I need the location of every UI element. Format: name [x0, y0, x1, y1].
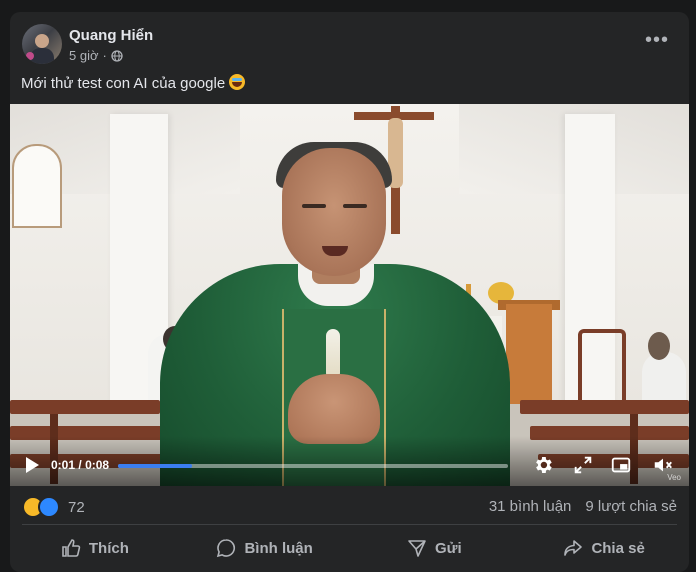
send-icon	[408, 540, 426, 557]
video-time: 0:01 / 0:08	[51, 458, 109, 472]
comment-button[interactable]: Bình luận	[180, 528, 350, 568]
author-avatar[interactable]	[22, 24, 62, 64]
post-meta: 5 giờ ·	[69, 48, 123, 63]
globe-icon[interactable]	[111, 49, 123, 62]
share-count[interactable]: 9 lượt chia sẻ	[585, 498, 677, 515]
send-button[interactable]: Gửi	[350, 528, 520, 568]
divider	[22, 524, 677, 525]
send-label: Gửi	[435, 539, 462, 557]
picture-in-picture-icon[interactable]	[610, 454, 632, 476]
post-card: Quang Hiển 5 giờ · ••• Mới thử test con …	[10, 12, 689, 572]
more-options-button[interactable]: •••	[643, 30, 671, 50]
post-header: Quang Hiển 5 giờ · •••	[10, 12, 689, 72]
post-caption: Mới thử test con AI của google	[21, 74, 246, 92]
comment-label: Bình luận	[244, 539, 313, 557]
post-actions: Thích Bình luận Gửi Chia sẻ	[10, 528, 689, 568]
meta-separator: ·	[102, 48, 107, 63]
video-controls: 0:01 / 0:08 Veo	[10, 442, 689, 486]
like-label: Thích	[88, 539, 129, 557]
video-player[interactable]: 0:01 / 0:08 Veo	[10, 104, 689, 486]
like-button[interactable]: Thích	[10, 528, 180, 568]
share-button[interactable]: Chia sẻ	[519, 528, 689, 568]
post-time[interactable]: 5 giờ	[69, 48, 99, 63]
progress-bar[interactable]	[118, 464, 508, 468]
time-separator: /	[78, 458, 82, 472]
video-frame	[10, 104, 689, 486]
play-icon[interactable]	[24, 456, 40, 474]
reactions-summary[interactable]: 72	[22, 496, 85, 518]
like-reaction-icon	[38, 496, 60, 518]
duration: 0:08	[85, 458, 110, 472]
reaction-count: 72	[68, 498, 85, 516]
comment-icon	[217, 539, 236, 558]
caption-text: Mới thử test con AI của google	[21, 75, 226, 92]
fullscreen-icon[interactable]	[572, 454, 594, 476]
thumbs-up-icon	[62, 539, 81, 557]
progress-fill	[118, 464, 193, 468]
author-name[interactable]: Quang Hiển	[69, 27, 153, 44]
share-label: Chia sẻ	[591, 539, 645, 557]
laughing-emoji-icon	[229, 74, 246, 90]
gear-icon[interactable]	[532, 454, 554, 476]
post-stats: 31 bình luận 9 lượt chia sẻ	[489, 498, 677, 515]
comment-count[interactable]: 31 bình luận	[489, 498, 572, 515]
veo-watermark: Veo	[667, 473, 681, 482]
share-icon	[564, 540, 583, 556]
current-time: 0:01	[51, 458, 76, 472]
